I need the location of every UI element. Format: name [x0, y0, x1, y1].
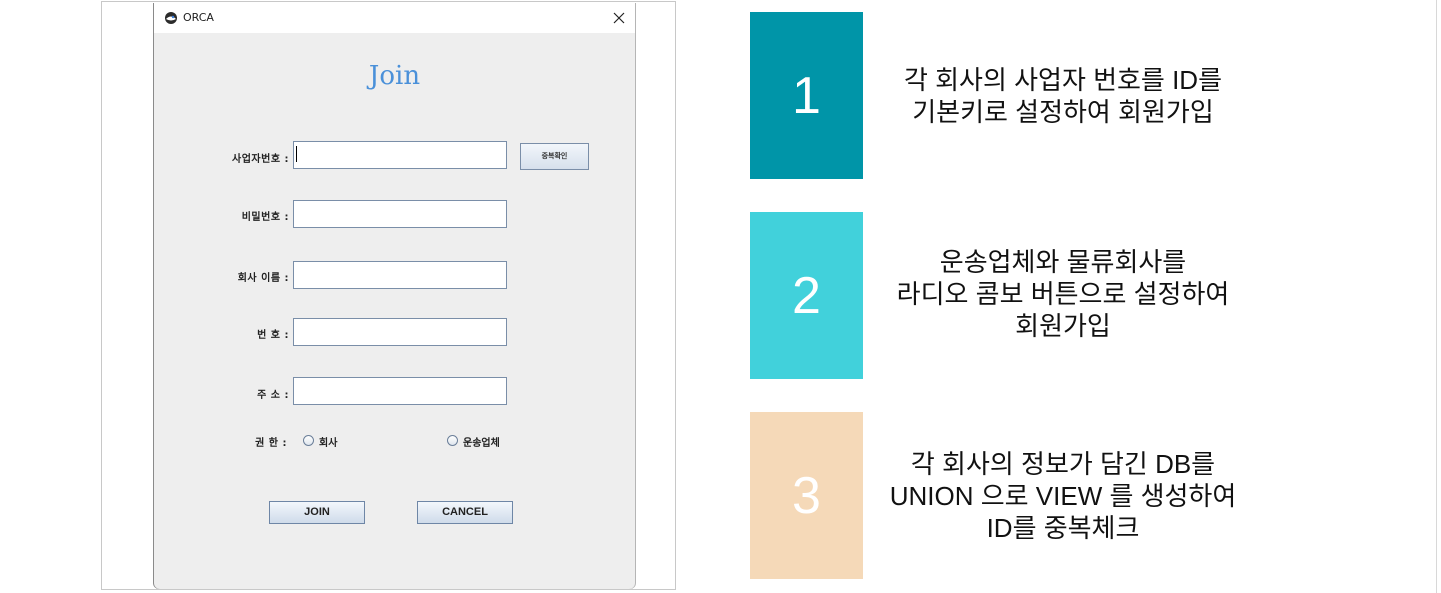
step-line: 라디오 콤보 버튼으로 설정하여 — [896, 279, 1230, 309]
step-number: 2 — [792, 266, 821, 325]
join-heading: Join — [368, 61, 421, 91]
step-card-2: 2 — [750, 212, 863, 379]
orca-app-icon — [164, 10, 178, 24]
role-option-carrier[interactable]: 운송업체 — [463, 434, 500, 449]
cancel-button[interactable]: CANCEL — [417, 501, 513, 524]
password-input[interactable] — [293, 200, 507, 228]
step-line: 운송업체와 물류회사를 — [939, 247, 1187, 277]
role-option-company[interactable]: 회사 — [319, 434, 337, 449]
step-line: 각 회사의 사업자 번호를 ID를 — [903, 65, 1222, 95]
close-icon — [613, 12, 624, 24]
company-name-input[interactable] — [293, 261, 507, 289]
biz-no-label: 사업자번호 : — [232, 154, 289, 165]
dup-check-button[interactable]: 중복확인 — [520, 143, 589, 170]
step-line: 각 회사의 정보가 담긴 DB를 — [910, 449, 1216, 479]
step-card-1: 1 — [750, 12, 863, 179]
phone-input[interactable] — [293, 318, 507, 346]
page-edge-right — [1436, 0, 1437, 593]
text-caret — [296, 146, 297, 162]
title-bar: ORCA — [154, 3, 635, 33]
step-description-1: 각 회사의 사업자 번호를 ID를 기본키로 설정하여 회원가입 — [868, 64, 1258, 128]
step-line: 기본키로 설정하여 회원가입 — [912, 97, 1214, 127]
step-number: 1 — [792, 66, 821, 125]
step-card-3: 3 — [750, 412, 863, 579]
window-title: ORCA — [183, 11, 214, 24]
step-description-3: 각 회사의 정보가 담긴 DB를 UNION 으로 VIEW 를 생성하여 ID… — [868, 448, 1258, 544]
role-label: 권 한 : — [255, 438, 287, 449]
join-button[interactable]: JOIN — [269, 501, 365, 524]
step-number: 3 — [792, 466, 821, 525]
phone-label: 번 호 : — [257, 330, 289, 341]
address-input[interactable] — [293, 377, 507, 405]
join-window: ORCA Join 사업자번호 : 중복확인 비밀번호 : 회사 이름 : 번 … — [154, 3, 635, 589]
biz-no-input[interactable] — [293, 141, 507, 169]
close-button[interactable] — [602, 3, 635, 33]
role-radio-company[interactable] — [303, 435, 314, 446]
step-description-2: 운송업체와 물류회사를 라디오 콤보 버튼으로 설정하여 회원가입 — [868, 246, 1258, 342]
step-line: 회원가입 — [1015, 311, 1111, 341]
step-line: ID를 중복체크 — [986, 513, 1140, 543]
role-radio-carrier[interactable] — [447, 435, 458, 446]
address-label: 주 소 : — [257, 390, 289, 401]
company-name-label: 회사 이름 : — [237, 273, 289, 284]
password-label: 비밀번호 : — [241, 212, 289, 223]
step-line: UNION 으로 VIEW 를 생성하여 — [889, 481, 1237, 511]
